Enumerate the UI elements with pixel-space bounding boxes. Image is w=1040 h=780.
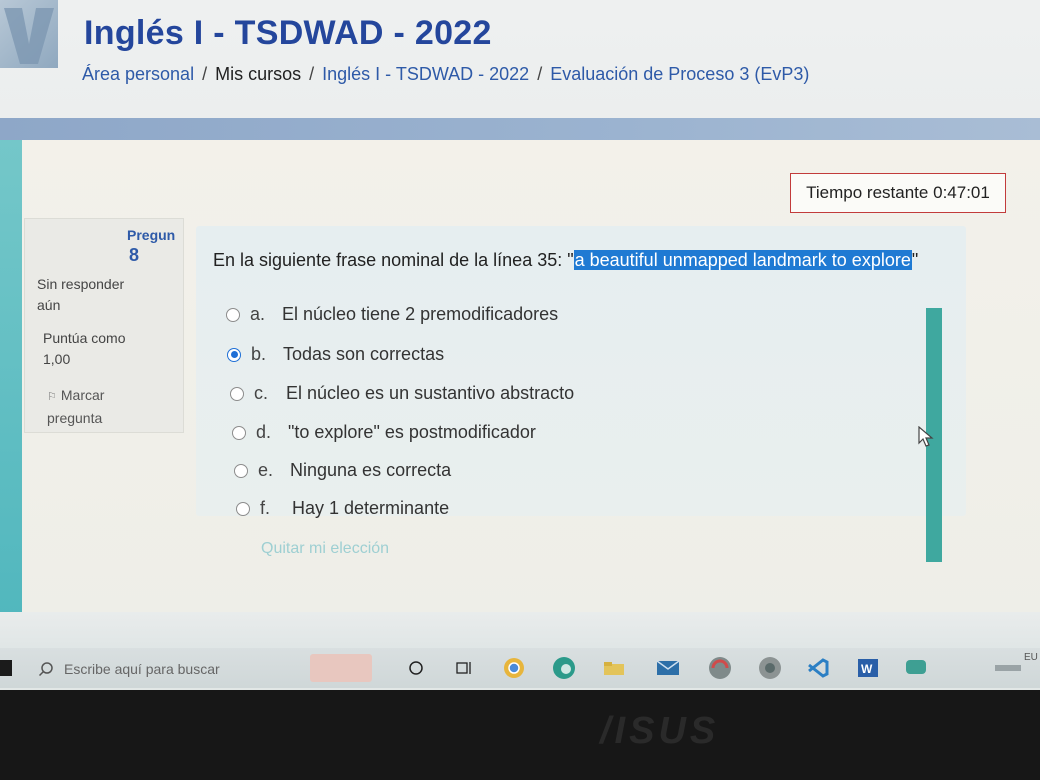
answer-option-b[interactable]: b. Todas son correctas	[227, 344, 444, 365]
radio-button[interactable]	[236, 501, 250, 516]
radio-button[interactable]	[234, 463, 248, 478]
answer-letter: a.	[250, 304, 266, 324]
tray-language[interactable]: EU	[1024, 652, 1038, 663]
flag-question-link[interactable]: ⚐ Marcar pregunta	[47, 385, 157, 429]
question-number: 8	[129, 245, 140, 265]
question-label: Pregun	[127, 227, 176, 243]
status-line: aún	[37, 297, 61, 313]
svg-text:W: W	[861, 662, 873, 676]
question-suffix: "	[911, 250, 919, 270]
answer-text[interactable]: Ninguna es correcta	[290, 460, 451, 481]
grade-line: Puntúa como	[43, 330, 126, 346]
app-icon-2[interactable]	[756, 654, 784, 682]
time-remaining-box: Tiempo restante 0:47:01	[790, 173, 1006, 213]
status-line: Sin responder	[37, 276, 125, 292]
cortana-icon[interactable]	[402, 654, 430, 682]
answer-text[interactable]: Todas son correctas	[283, 344, 444, 365]
site-title[interactable]: Inglés I - TSDWAD - 2022	[84, 14, 492, 53]
radio-button-selected[interactable]	[227, 347, 241, 362]
radio-button[interactable]	[232, 425, 246, 440]
breadcrumb-quiz-link[interactable]: Evaluación de Proceso 3 (EvP3)	[550, 64, 809, 85]
clear-choice-link[interactable]: Quitar mi elección	[261, 540, 389, 558]
app-icon[interactable]	[706, 654, 734, 682]
site-logo[interactable]	[0, 0, 58, 68]
laptop-brand-logo: /ISUS	[600, 710, 720, 752]
timer-label: Tiempo restante	[806, 183, 929, 202]
breadcrumb: Área personal / Mis cursos / Inglés I - …	[82, 64, 809, 85]
taskbar-search[interactable]: Escribe aquí para buscar	[28, 656, 298, 682]
left-drawer-stripe	[0, 140, 22, 650]
flag-icon: ⚐	[47, 391, 57, 403]
question-status: Sin responder aún	[37, 274, 157, 316]
answer-text[interactable]: El núcleo es un sustantivo abstracto	[286, 383, 574, 404]
taskbar: Escribe aquí para buscar W EU	[0, 648, 1040, 688]
tray-icon[interactable]	[994, 654, 1022, 682]
search-highlight-icon[interactable]	[310, 654, 372, 682]
answer-option-f[interactable]: f. Hay 1 determinante	[236, 498, 449, 519]
chat-icon[interactable]	[902, 654, 930, 682]
mouse-cursor-icon	[918, 426, 934, 447]
page-bottom	[0, 612, 1040, 652]
breadcrumb-course-link[interactable]: Inglés I - TSDWAD - 2022	[322, 64, 529, 85]
question-info-panel: Pregun 8 Sin responder aún Puntúa como 1…	[24, 218, 184, 433]
answer-letter: d.	[256, 422, 272, 442]
answer-option-d[interactable]: d. "to explore" es postmodificador	[232, 422, 536, 443]
answer-text[interactable]: Hay 1 determinante	[292, 498, 449, 519]
radio-button[interactable]	[226, 307, 240, 322]
breadcrumb-my-courses[interactable]: Mis cursos	[215, 64, 301, 85]
chrome-icon[interactable]	[500, 654, 528, 682]
mail-icon[interactable]	[654, 654, 682, 682]
question-highlighted-text[interactable]: a beautiful unmapped landmark to explore	[573, 250, 912, 270]
logo-icon	[4, 8, 54, 64]
question-text: En la siguiente frase nominal de la líne…	[213, 250, 918, 271]
breadcrumb-separator: /	[202, 64, 208, 84]
screen: Inglés I - TSDWAD - 2022 Área personal /…	[0, 0, 1040, 690]
answer-option-e[interactable]: e. Ninguna es correcta	[234, 460, 451, 481]
navbar-band	[0, 118, 1040, 140]
edge-icon[interactable]	[550, 654, 578, 682]
answer-text[interactable]: El núcleo tiene 2 premodificadores	[282, 304, 558, 325]
search-placeholder: Escribe aquí para buscar	[64, 661, 220, 677]
word-icon[interactable]: W	[854, 654, 882, 682]
answer-text[interactable]: "to explore" es postmodificador	[288, 422, 536, 443]
grade-line: 1,00	[43, 351, 71, 367]
breadcrumb-separator: /	[309, 64, 315, 84]
breadcrumb-separator: /	[537, 64, 543, 84]
breadcrumb-home-link[interactable]: Área personal	[82, 64, 194, 85]
flag-line: Marcar	[60, 387, 105, 403]
laptop-bezel	[0, 690, 1040, 780]
vscode-icon[interactable]	[804, 654, 832, 682]
answer-option-c[interactable]: c. El núcleo es un sustantivo abstracto	[230, 383, 574, 404]
answer-letter: e.	[258, 460, 274, 480]
timer-value: 0:47:01	[933, 183, 990, 202]
folder-icon[interactable]	[600, 654, 628, 682]
radio-button[interactable]	[230, 386, 244, 401]
question-prefix: En la siguiente frase nominal de la líne…	[213, 250, 574, 270]
answer-letter: b.	[251, 344, 267, 364]
answer-option-a[interactable]: a. El núcleo tiene 2 premodificadores	[226, 304, 558, 325]
task-view-icon[interactable]	[450, 654, 478, 682]
question-grade: Puntúa como 1,00	[43, 328, 163, 370]
windows-start-icon[interactable]	[0, 660, 12, 676]
answer-letter: f.	[260, 498, 271, 518]
flag-line: pregunta	[47, 410, 103, 426]
search-icon	[38, 662, 53, 677]
answer-letter: c.	[254, 383, 269, 403]
